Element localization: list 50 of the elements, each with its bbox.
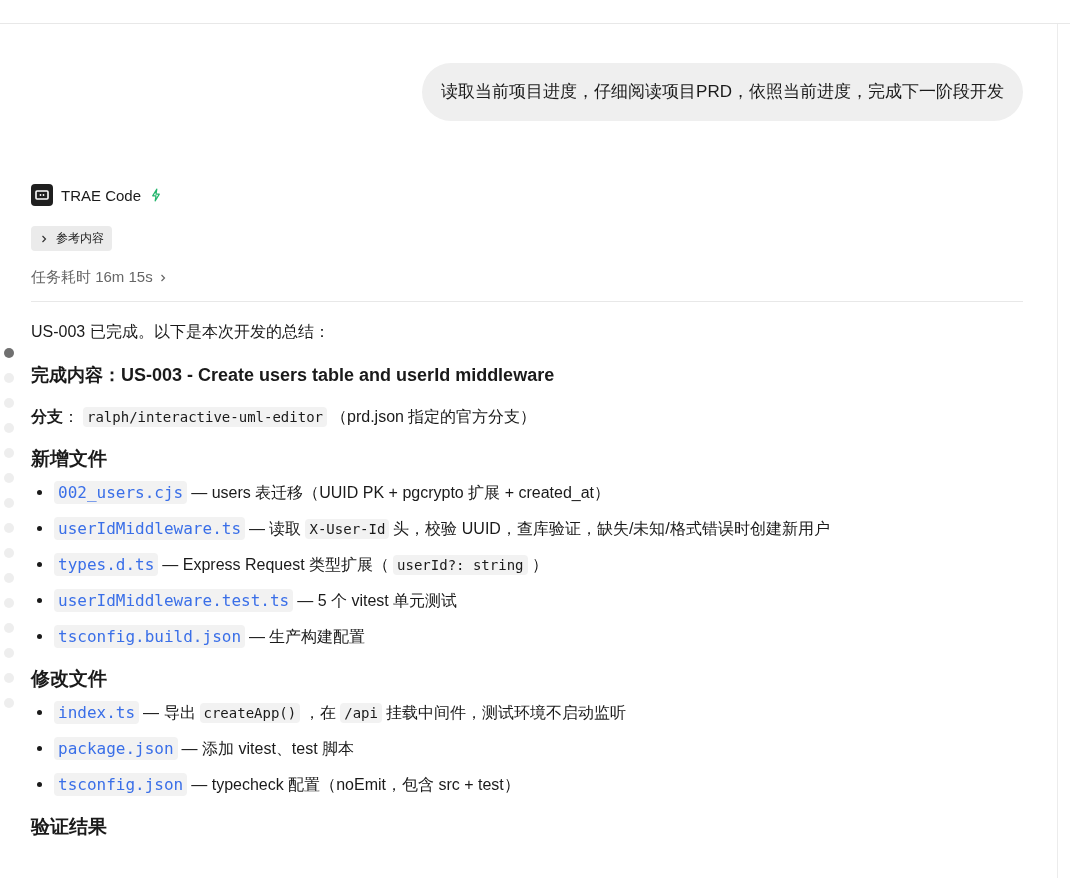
inline-code: ralph/interactive-uml-editor	[83, 407, 327, 427]
inline-code: userId?: string	[393, 555, 528, 575]
file-name-link[interactable]: tsconfig.build.json	[54, 625, 246, 648]
file-name-link[interactable]: 002_users.cjs	[54, 481, 188, 504]
agent-name: TRAE Code	[61, 186, 142, 204]
file-name-link[interactable]: index.ts	[54, 701, 140, 724]
section-heading: 验证结果	[31, 816, 107, 837]
chevron-icon	[158, 273, 167, 282]
lightning-icon	[151, 188, 162, 202]
bullet-icon	[37, 525, 42, 531]
user-message: 读取当前项目进度，仔细阅读项目PRD，依照当前进度，完成下一阶段开发	[422, 63, 1023, 121]
body-text: — 生产构建配置	[249, 628, 366, 645]
file-name-link[interactable]: userIdMiddleware.ts	[54, 517, 246, 540]
body-text: ：	[63, 408, 79, 425]
inline-code: X-User-Id	[305, 519, 390, 539]
body-text: — users 表迁移（UUID PK + pgcrypto 扩展 + created_at）	[191, 484, 611, 501]
body-text: — 5 个 vitest 单元测试	[297, 592, 458, 609]
bullet-icon	[37, 561, 42, 567]
body-text: — typecheck 配置（noEmit，包含 src + test）	[191, 776, 520, 793]
task-duration-link[interactable]: 任务耗时 16m 15s	[31, 268, 167, 287]
bullet-icon	[37, 633, 42, 639]
body-text: 头，校验 UUID，查库验证，缺失/未知/格式错误时创建新用户	[393, 520, 830, 537]
bullet-icon	[37, 597, 42, 603]
section-heading: 新增文件	[31, 448, 107, 469]
body-text: — 读取	[249, 520, 302, 537]
body-text: — Express Request 类型扩展（	[162, 556, 390, 573]
reference-toggle[interactable]: 参考内容	[31, 226, 112, 251]
body-text: — 导出	[143, 704, 196, 721]
bold-label: 分支	[31, 408, 63, 425]
body-text: US-003 已完成。以下是本次开发的总结：	[31, 323, 330, 340]
summary-title: 完成内容：US-003 - Create users table and userId middleware	[31, 365, 555, 385]
inline-code: /api	[340, 703, 382, 723]
body-text: 挂载中间件，测试环境不启动监听	[385, 704, 626, 721]
file-name-link[interactable]: tsconfig.json	[54, 773, 188, 796]
body-text: （prd.json 指定的官方分支）	[331, 408, 537, 425]
file-name-link[interactable]: userIdMiddleware.test.ts	[54, 589, 294, 612]
chevron-icon	[40, 234, 48, 243]
body-text: ，在	[304, 704, 337, 721]
bullet-icon	[37, 781, 42, 787]
bullet-icon	[37, 745, 42, 751]
bullet-icon	[37, 709, 42, 715]
file-name-link[interactable]: package.json	[54, 737, 178, 760]
file-name-link[interactable]: types.d.ts	[54, 553, 159, 576]
section-heading: 修改文件	[31, 668, 107, 689]
timeline-dot[interactable]	[4, 348, 14, 358]
terminal-logo-icon	[31, 184, 53, 206]
inline-code: createApp()	[199, 703, 301, 723]
body-text: ）	[531, 556, 548, 573]
body-text: — 添加 vitest、test 脚本	[181, 740, 355, 757]
bullet-icon	[37, 489, 42, 495]
